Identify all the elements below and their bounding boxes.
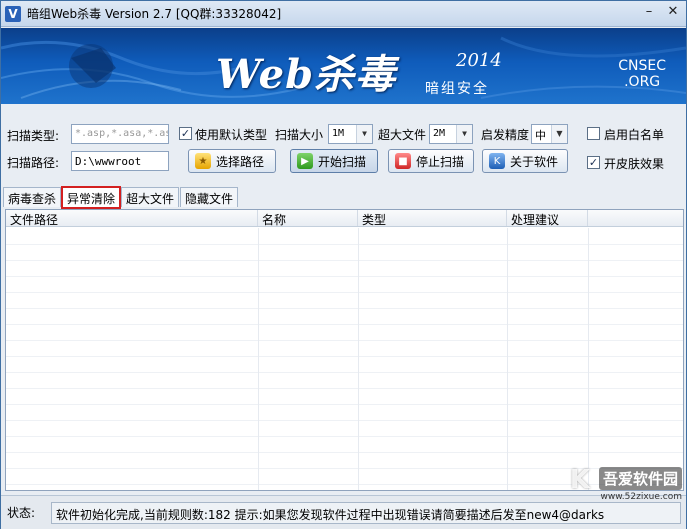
whitelist-label: 启用白名单 bbox=[604, 128, 665, 142]
grid-row-line bbox=[6, 372, 683, 373]
grid-row-line bbox=[6, 420, 683, 421]
status-label: 状态: bbox=[7, 506, 36, 520]
grid-row-line bbox=[6, 324, 683, 325]
column-header-type[interactable]: 类型 bbox=[358, 210, 507, 226]
app-window: V 暗组Web杀毒 Version 2.7 [QQ群:33328042] – ✕… bbox=[0, 0, 687, 529]
options-panel: 扫描类型: *.asp,*.asa,*.as ✓ 使用默认类型 扫描大小 1M … bbox=[1, 105, 686, 185]
title-bar[interactable]: V 暗组Web杀毒 Version 2.7 [QQ群:33328042] – ✕ bbox=[1, 1, 686, 27]
results-list[interactable]: 文件路径 名称 类型 处理建议 bbox=[5, 209, 684, 491]
grid-column-line bbox=[358, 228, 359, 490]
banner-year: 2014 bbox=[456, 50, 502, 71]
banner-org-line1: CNSEC bbox=[618, 58, 666, 74]
info-icon: K bbox=[489, 153, 505, 169]
play-icon: ▶ bbox=[297, 153, 313, 169]
large-file-value: 2M bbox=[433, 128, 446, 139]
grid-row-line bbox=[6, 260, 683, 261]
use-default-type-label: 使用默认类型 bbox=[195, 128, 268, 142]
grid-row-line bbox=[6, 292, 683, 293]
skin-checkbox[interactable]: ✓ bbox=[587, 156, 600, 169]
stop-scan-label: 停止扫描 bbox=[416, 154, 465, 169]
tab-hidden-files[interactable]: 隐藏文件 bbox=[180, 187, 239, 207]
star-icon: ★ bbox=[195, 153, 211, 169]
watermark-logo-icon: K bbox=[569, 465, 590, 495]
scan-type-input[interactable]: *.asp,*.asa,*.as bbox=[71, 124, 169, 144]
skin-label: 开皮肤效果 bbox=[604, 157, 665, 171]
large-file-select[interactable]: 2M ▼ bbox=[429, 124, 473, 144]
start-scan-label: 开始扫描 bbox=[318, 154, 367, 169]
stop-icon: ■ bbox=[395, 153, 411, 169]
grid-row-line bbox=[6, 388, 683, 389]
grid-column-line bbox=[258, 228, 259, 490]
column-header-blank[interactable] bbox=[588, 210, 683, 226]
heuristic-value: 中 bbox=[535, 129, 546, 142]
stop-scan-button[interactable]: ■ 停止扫描 bbox=[388, 149, 474, 173]
heuristic-label: 启发精度 bbox=[481, 128, 530, 142]
grid-column-line bbox=[588, 228, 589, 490]
chevron-down-icon: ▼ bbox=[551, 125, 567, 143]
grid-row-line bbox=[6, 276, 683, 277]
banner-title: Web杀毒 bbox=[216, 51, 397, 98]
scan-path-input[interactable]: D:\wwwroot bbox=[71, 151, 169, 171]
banner-org-line2: .ORG bbox=[624, 74, 661, 90]
start-scan-button[interactable]: ▶ 开始扫描 bbox=[290, 149, 378, 173]
grid-row-line bbox=[6, 436, 683, 437]
tab-anomaly-clean[interactable]: 异常清除 bbox=[61, 186, 122, 209]
heuristic-select[interactable]: 中 ▼ bbox=[531, 124, 568, 144]
scan-type-label: 扫描类型: bbox=[7, 129, 60, 143]
header-banner: Web杀毒 2014 暗组安全 CNSEC .ORG bbox=[1, 28, 686, 104]
window-title: 暗组Web杀毒 Version 2.7 [QQ群:33328042] bbox=[27, 7, 282, 21]
scan-size-select[interactable]: 1M ▼ bbox=[328, 124, 373, 144]
grid-row-line bbox=[6, 452, 683, 453]
close-button[interactable]: ✕ bbox=[666, 5, 680, 20]
column-header-file-path[interactable]: 文件路径 bbox=[6, 210, 258, 226]
chevron-down-icon: ▼ bbox=[356, 125, 372, 143]
banner-subtitle: 暗组安全 bbox=[425, 81, 489, 97]
column-header-name[interactable]: 名称 bbox=[258, 210, 358, 226]
chevron-down-icon: ▼ bbox=[456, 125, 472, 143]
grid-row-line bbox=[6, 340, 683, 341]
choose-path-label: 选择路径 bbox=[216, 154, 265, 169]
scan-size-value: 1M bbox=[332, 128, 345, 139]
grid-row-line bbox=[6, 404, 683, 405]
list-header: 文件路径 名称 类型 处理建议 bbox=[6, 210, 683, 227]
grid-column-line bbox=[507, 228, 508, 490]
minimize-button[interactable]: – bbox=[642, 5, 656, 20]
list-body bbox=[6, 228, 683, 490]
column-header-suggestion[interactable]: 处理建议 bbox=[507, 210, 588, 226]
scan-size-label: 扫描大小 bbox=[275, 128, 324, 142]
watermark-main: 吾爱软件园 bbox=[598, 467, 682, 490]
use-default-type-checkbox[interactable]: ✓ bbox=[179, 127, 192, 140]
about-button[interactable]: K 关于软件 bbox=[482, 149, 568, 173]
tab-strip: 病毒查杀 异常清除 超大文件 隐藏文件 bbox=[3, 186, 239, 209]
watermark: K 吾爱软件园 www.52zixue.com bbox=[569, 465, 682, 527]
tab-virus-scan[interactable]: 病毒查杀 bbox=[3, 187, 62, 207]
app-logo-icon: V bbox=[5, 5, 21, 22]
whitelist-checkbox[interactable] bbox=[587, 127, 600, 140]
large-file-label: 超大文件 bbox=[378, 128, 427, 142]
grid-row-line bbox=[6, 356, 683, 357]
banner-org: CNSEC .ORG bbox=[618, 58, 666, 90]
scan-path-label: 扫描路径: bbox=[7, 156, 60, 170]
grid-row-line bbox=[6, 308, 683, 309]
grid-row-line bbox=[6, 244, 683, 245]
about-label: 关于软件 bbox=[510, 154, 559, 169]
tab-large-files[interactable]: 超大文件 bbox=[121, 187, 180, 207]
choose-path-button[interactable]: ★ 选择路径 bbox=[188, 149, 276, 173]
